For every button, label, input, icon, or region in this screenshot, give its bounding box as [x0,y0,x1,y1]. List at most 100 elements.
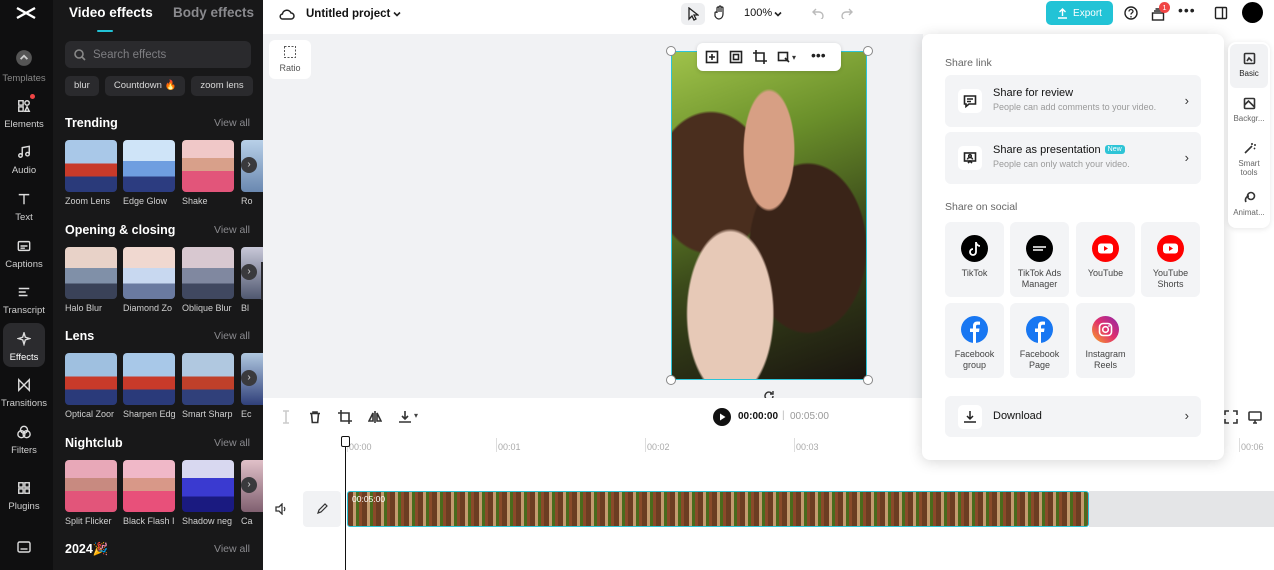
effect-thumb[interactable]: Black Flash I [123,460,175,530]
effect-thumb[interactable]: Diamond Zo [123,247,175,317]
help-icon[interactable] [1124,6,1138,20]
effect-thumb[interactable]: Edge Glow [123,140,175,210]
view-all-link[interactable]: View all [214,117,250,129]
ratio-button[interactable]: Ratio [269,40,311,79]
rail-audio[interactable]: Audio [3,136,45,180]
avatar[interactable] [1242,2,1263,23]
redo-icon[interactable] [841,7,853,19]
search-input[interactable]: Search effects [65,41,251,68]
view-all-link[interactable]: View all [214,437,250,449]
scroll-right-button[interactable]: › [241,264,257,280]
zoom-level[interactable]: 100% [744,7,772,19]
tab-video-effects[interactable]: Video effects [69,5,153,20]
download-button[interactable]: Download › [945,396,1201,437]
more-options-icon[interactable]: ••• [811,47,826,63]
effect-thumb[interactable]: Smart Sharp [182,353,234,423]
chip-blur[interactable]: blur [65,76,99,96]
scroll-right-button[interactable]: › [241,370,257,386]
export-button[interactable]: Export [1046,1,1113,25]
cloud-sync-icon[interactable] [279,7,295,21]
chevron-down-icon[interactable]: ▾ [792,53,796,62]
effect-thumb[interactable]: Ca [241,460,263,530]
chevron-down-icon[interactable]: ▾ [414,411,418,420]
replace-icon[interactable] [777,50,791,64]
effect-thumb[interactable]: Split Flicker [65,460,117,530]
rail-transcript[interactable]: Transcript [3,276,45,320]
effect-thumb[interactable]: Shadow neg [182,460,234,530]
share-as-presentation-button[interactable]: Share as presentation New People can only… [945,132,1201,184]
rail-elements[interactable]: Elements [3,90,45,134]
rail-captions[interactable]: Captions [3,230,45,274]
add-media-icon[interactable] [705,50,719,64]
video-preview-image[interactable] [671,51,867,380]
chip-zoom-lens[interactable]: zoom lens [191,76,253,96]
rail-text[interactable]: Text [3,183,45,227]
scroll-right-button[interactable]: › [241,477,257,493]
effect-thumb[interactable]: Sharpen Edg [123,353,176,423]
flip-icon[interactable] [368,410,382,424]
fullscreen-icon[interactable] [1224,410,1238,424]
resize-handle[interactable] [863,46,873,56]
tab-basic[interactable]: Basic [1230,44,1268,88]
view-all-link[interactable]: View all [214,543,250,555]
tab-smart-tools[interactable]: Smart tools [1230,134,1268,182]
playhead[interactable] [341,436,350,570]
delete-icon[interactable] [308,410,322,424]
ruler-tick [645,438,646,452]
resize-handle[interactable] [666,375,676,385]
effect-thumb[interactable]: Zoom Lens [65,140,117,210]
rail-plugins[interactable]: Plugins [3,472,45,516]
select-tool-button[interactable] [681,3,705,25]
hand-tool-icon[interactable] [713,5,727,20]
monitor-icon[interactable] [1248,410,1262,424]
effect-thumb[interactable]: Bl [241,247,263,317]
tab-background[interactable]: Backgr... [1230,89,1268,133]
rail-transitions[interactable]: Transitions [1,369,47,413]
capcut-logo-icon[interactable] [14,4,38,22]
share-facebook-group-button[interactable]: Facebook group [945,303,1004,378]
more-options-icon[interactable]: ••• [1178,2,1196,18]
share-facebook-page-button[interactable]: Facebook Page [1010,303,1069,378]
track-cover-button[interactable] [303,491,341,527]
share-instagram-reels-button[interactable]: Instagram Reels [1076,303,1135,378]
rail-templates[interactable]: Templates [2,44,46,88]
chevron-down-icon[interactable] [773,9,783,19]
notifications-button[interactable]: 1 [1151,2,1170,21]
chevron-down-icon[interactable] [392,9,402,19]
tab-label: Animat... [1233,208,1265,217]
rail-effects[interactable]: Effects [3,323,45,367]
plugins-grid-icon [18,482,30,494]
crop-icon[interactable] [753,50,767,64]
download-icon[interactable] [398,410,412,424]
share-youtube-button[interactable]: YouTube [1076,222,1135,297]
effect-thumb[interactable]: Ec [241,353,263,423]
video-clip[interactable]: 00:05:00 [347,491,1089,527]
share-tiktok-ads-button[interactable]: TikTok Ads Manager [1010,222,1069,297]
rail-filters[interactable]: Filters [3,416,45,460]
chip-countdown[interactable]: Countdown 🔥 [104,76,186,96]
crop-icon[interactable] [338,410,352,424]
view-all-link[interactable]: View all [214,330,250,342]
share-tiktok-button[interactable]: TikTok [945,222,1004,297]
undo-icon[interactable] [812,7,824,19]
play-button[interactable] [713,408,731,426]
resize-handle[interactable] [666,46,676,56]
tab-animation[interactable]: Animat... [1230,183,1268,227]
effect-thumb[interactable]: Halo Blur [65,247,117,317]
scroll-right-button[interactable]: › [241,157,257,173]
split-icon[interactable] [279,410,293,424]
layout-panel-icon[interactable] [1214,6,1228,20]
frame-icon[interactable] [729,50,743,64]
resize-handle[interactable] [863,375,873,385]
effect-thumb[interactable]: Oblique Blur [182,247,234,317]
effect-thumb[interactable]: Shake [182,140,234,210]
effect-thumb[interactable]: Ro [241,140,263,210]
share-youtube-shorts-button[interactable]: YouTube Shorts [1141,222,1200,297]
keyboard-shortcuts-button[interactable] [17,540,31,558]
tab-body-effects[interactable]: Body effects [173,5,254,20]
view-all-link[interactable]: View all [214,224,250,236]
effect-thumb[interactable]: Optical Zoor [65,353,117,423]
project-title[interactable]: Untitled project [306,8,390,20]
volume-icon[interactable] [275,503,288,515]
share-for-review-button[interactable]: Share for review People can add comments… [945,75,1201,127]
